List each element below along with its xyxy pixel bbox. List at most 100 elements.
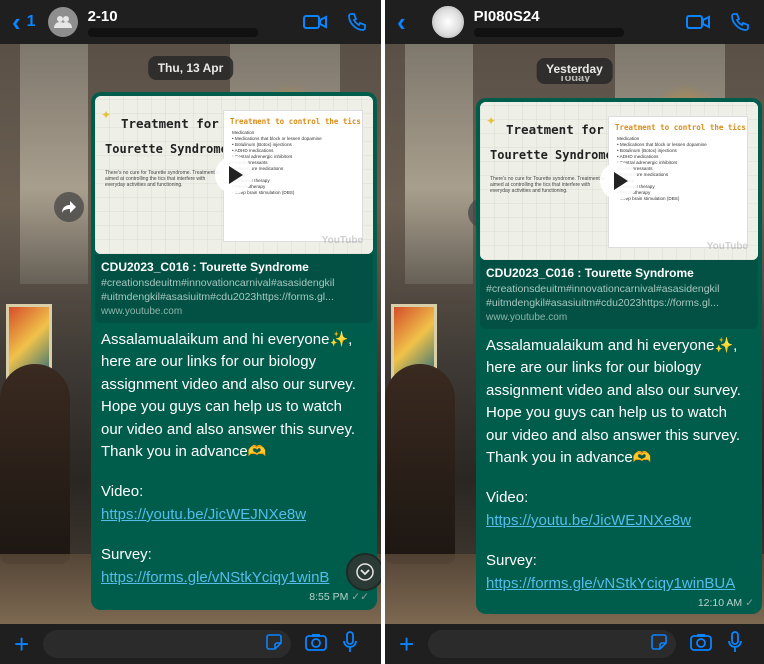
preview-heading-1: Treatment for [506, 122, 604, 137]
message-bubble[interactable]: ✦ Treatment for Tourette Syndrome There'… [91, 92, 377, 610]
message-input[interactable] [43, 630, 292, 658]
message-time: 8:55 PM [309, 591, 349, 604]
camera-icon[interactable] [690, 633, 713, 656]
camera-icon[interactable] [305, 633, 328, 656]
survey-label: Survey: [486, 552, 537, 570]
message-line: Assalamualaikum and hi everyone [101, 331, 330, 348]
phone-icon[interactable] [347, 12, 367, 32]
chat-title: PI080S24 [473, 7, 540, 25]
message-line: here are our links for our biology [486, 359, 702, 377]
preview-card-list: Medication • Medications that block or l… [617, 136, 707, 201]
preview-card-title: Treatment to control the tics [230, 117, 361, 126]
message-line: our video and also answer this survey. [486, 426, 741, 444]
video-camera-icon[interactable] [303, 14, 327, 30]
preview-heading-2: Tourette Syndrome [105, 142, 228, 156]
sparkle-icon: ✦ [101, 108, 112, 122]
link-preview-info[interactable]: CDU2023_C016 : Tourette Syndrome #creati… [480, 260, 758, 329]
wallpaper-window [20, 44, 88, 284]
composer-bar: + [385, 624, 764, 664]
message-line: assignment video and also our survey. [486, 381, 741, 399]
wallpaper-chair [0, 364, 70, 564]
chat-header: ‹ 1 2-10 [0, 0, 381, 44]
message-line: our video and also answer this survey. [101, 420, 356, 438]
delivered-tick-icon: ✓ [745, 597, 754, 610]
message-line: here are our links for our biology [101, 353, 317, 371]
message-line: Assalamualaikum and hi everyone [486, 337, 715, 354]
link-description-2: #uitmdengkil#asasiuitm#cdu2023https://fo… [486, 297, 719, 309]
message-line: Hope you guys can help us to watch [486, 404, 727, 422]
sticker-icon[interactable] [650, 633, 668, 656]
link-title: CDU2023_C016 : Tourette Syndrome [486, 266, 694, 280]
video-link[interactable]: https://youtu.be/JicWEJNXe8w [101, 506, 306, 523]
composer-bar: + [0, 624, 381, 664]
message-line: Hope you guys can help us to watch [101, 398, 342, 416]
link-title: CDU2023_C016 : Tourette Syndrome [101, 260, 309, 274]
link-description-2: #uitmdengkil#asasiuitm#cdu2023https://fo… [101, 291, 334, 303]
message-punct: , [733, 337, 738, 354]
message-line: Thank you in advance [486, 449, 633, 467]
unread-count[interactable]: 1 [27, 13, 36, 31]
plus-icon[interactable]: + [14, 631, 29, 657]
group-avatar-icon[interactable] [47, 7, 78, 37]
microphone-icon[interactable] [728, 630, 743, 658]
sticker-icon[interactable] [265, 633, 283, 656]
link-preview-thumbnail[interactable]: ✦ Treatment for Tourette Syndrome There'… [480, 102, 758, 260]
date-chip-label: Yesterday [546, 62, 603, 76]
link-preview-thumbnail[interactable]: ✦ Treatment for Tourette Syndrome There'… [95, 96, 373, 254]
heart-hands-emoji: 🫶 [247, 443, 267, 461]
sparkles-emoji: ✨ [329, 331, 349, 348]
play-icon[interactable] [215, 156, 253, 194]
preview-card-list: Medication • Medications that block or l… [232, 130, 322, 195]
link-preview-info[interactable]: CDU2023_C016 : Tourette Syndrome #creati… [95, 254, 373, 323]
survey-link[interactable]: https://forms.gle/vNStkYciqy1winBUA [486, 575, 735, 592]
phone-icon[interactable] [730, 12, 750, 32]
link-domain: www.youtube.com [101, 306, 183, 317]
wallpaper-chair [385, 364, 455, 564]
youtube-watermark: YouTube [706, 241, 748, 252]
chat-screen-right: ‹ PI080S24 Yesterday Today ✦ Treatment f… [385, 0, 764, 664]
message-text: Assalamualaikum and hi everyone✨, here a… [480, 329, 758, 595]
sparkle-icon: ✦ [486, 114, 497, 128]
preview-heading-2: Tourette Syndrome [490, 148, 613, 162]
message-text: Assalamualaikum and hi everyone✨, here a… [95, 323, 373, 589]
chat-screen-left: ‹ 1 2-10 Thu, 13 Apr ✦ Treatment for Tou… [0, 0, 381, 664]
date-chip: Yesterday Today [536, 58, 613, 84]
date-chip-ghost: Today [558, 76, 591, 82]
sparkles-emoji: ✨ [714, 337, 734, 354]
back-icon[interactable]: ‹ [12, 9, 21, 35]
video-camera-icon[interactable] [686, 14, 710, 30]
chevron-down-icon [356, 563, 374, 581]
redacted-subtitle [87, 27, 258, 37]
message-line: assignment video and also our survey. [101, 375, 356, 393]
contact-avatar[interactable] [431, 6, 464, 38]
redacted-subtitle [473, 27, 624, 37]
link-description-1: #creationsdeuitm#innovationcarnival#asas… [486, 283, 720, 295]
heart-hands-emoji: 🫶 [632, 449, 652, 467]
microphone-icon[interactable] [343, 630, 358, 658]
chat-title-area[interactable]: 2-10 [87, 7, 258, 37]
video-label: Video: [101, 483, 144, 501]
preview-card-title: Treatment to control the tics [615, 123, 746, 132]
preview-body-text: There's no cure for Tourette syndrome. T… [105, 170, 220, 188]
forward-icon[interactable] [54, 192, 84, 222]
preview-body-text: There's no cure for Tourette syndrome. T… [490, 176, 605, 194]
survey-label: Survey: [101, 546, 152, 564]
youtube-watermark: YouTube [321, 235, 363, 246]
chat-title: 2-10 [87, 7, 118, 25]
back-icon[interactable]: ‹ [397, 9, 406, 35]
scroll-down-button[interactable] [346, 553, 381, 591]
message-line: Thank you in advance [101, 443, 248, 461]
message-bubble[interactable]: ✦ Treatment for Tourette Syndrome There'… [476, 98, 762, 614]
play-icon[interactable] [600, 162, 638, 200]
message-time: 12:10 AM [697, 597, 743, 610]
video-link[interactable]: https://youtu.be/JicWEJNXe8w [486, 512, 691, 529]
wallpaper-window [405, 44, 473, 284]
preview-heading-1: Treatment for [121, 116, 219, 131]
message-input[interactable] [428, 630, 677, 658]
read-ticks-icon: ✓✓ [351, 591, 369, 604]
plus-icon[interactable]: + [399, 631, 414, 657]
message-punct: , [348, 331, 353, 348]
survey-link[interactable]: https://forms.gle/vNStkYciqy1winB [101, 569, 329, 586]
link-description-1: #creationsdeuitm#innovationcarnival#asas… [101, 277, 335, 289]
chat-title-area[interactable]: PI080S24 [473, 7, 624, 37]
